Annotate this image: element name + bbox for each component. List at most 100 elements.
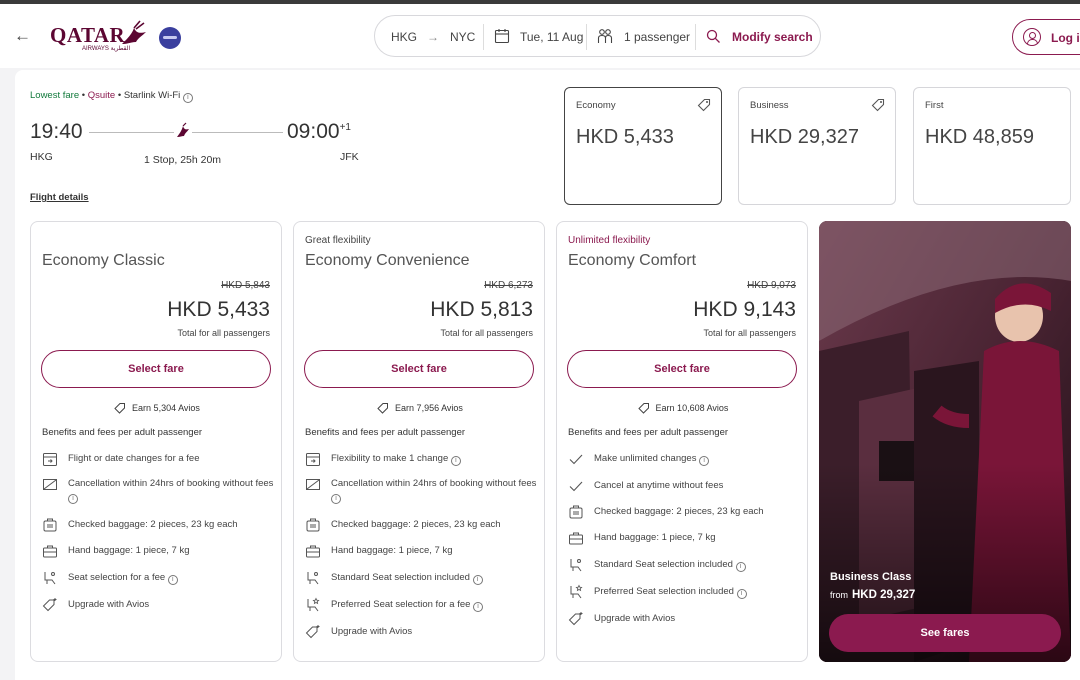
search-date: Tue, 11 Aug	[520, 30, 584, 44]
hand-bag-icon	[569, 532, 583, 545]
benefit-text: Cancellation within 24hrs of booking wit…	[331, 477, 537, 504]
fare-price: HKD 9,143	[693, 298, 796, 321]
benefit-text-value: Make unlimited changes	[594, 453, 697, 464]
flight-result-panel: Lowest fare • Qsuite • Starlink Wi-Fi i …	[15, 70, 1080, 680]
benefits-heading: Benefits and fees per adult passenger	[568, 427, 729, 438]
cabin-tab-first[interactable]: First HKD 48,859	[913, 87, 1071, 205]
benefit-text: Upgrade with Avios	[594, 613, 676, 624]
arrival-airport: JFK	[340, 151, 359, 163]
info-icon[interactable]: i	[450, 456, 461, 466]
cabin-tab-economy[interactable]: Economy HKD 5,433	[564, 87, 722, 205]
oryx-logo-icon	[122, 20, 146, 44]
info-icon[interactable]: i	[472, 575, 483, 585]
fare-total-note: Total for all passengers	[703, 328, 796, 338]
benefit-text-value: Preferred Seat selection for a fee	[331, 599, 471, 610]
flight-tags: Lowest fare • Qsuite • Starlink Wi-Fi i	[30, 90, 193, 103]
route-arrow-icon: →	[427, 30, 439, 44]
tag-starlink: Starlink Wi-Fi	[123, 90, 181, 101]
departure-airport: HKG	[30, 151, 53, 163]
tag-lowest-fare: Lowest fare	[30, 90, 80, 101]
seat-icon	[44, 572, 56, 585]
fare-title: Economy Convenience	[305, 252, 470, 269]
select-fare-button[interactable]: Select fare	[41, 350, 271, 388]
checked-bag-icon	[569, 505, 583, 519]
login-button[interactable]: Log in	[1012, 19, 1080, 55]
check-icon	[569, 481, 583, 492]
benefit-text: Cancel at anytime without fees	[594, 480, 724, 491]
fare-price: HKD 5,433	[167, 298, 270, 321]
flight-details-link[interactable]: Flight details	[30, 192, 89, 203]
airline-tail-icon	[174, 122, 192, 140]
search-icon	[706, 29, 720, 43]
benefit-text: Preferred Seat selection included i	[594, 585, 800, 599]
benefit-text: Flight or date changes for a fee	[68, 453, 200, 464]
fare-eyebrow: Great flexibility	[305, 235, 371, 246]
avios-earn: Earn 10,608 Avios	[557, 402, 809, 414]
fare-eyebrow: Unlimited flexibility	[568, 235, 651, 246]
info-icon[interactable]: i	[167, 575, 178, 585]
avios-tag-icon	[114, 403, 126, 414]
info-icon[interactable]: i	[736, 589, 747, 599]
select-fare-button[interactable]: Select fare	[304, 350, 534, 388]
see-fares-button[interactable]: See fares	[829, 614, 1061, 652]
fare-total-note: Total for all passengers	[177, 328, 270, 338]
benefit-text: Checked baggage: 2 pieces, 23 kg each	[594, 506, 764, 517]
calendar-icon	[43, 453, 57, 466]
cabin-name: First	[925, 100, 944, 111]
benefit-text-value: Cancellation within 24hrs of booking wit…	[68, 478, 274, 489]
price-tag-icon	[871, 98, 885, 112]
tag-separator: •	[81, 90, 86, 101]
fare-old-price: HKD 6,273	[484, 280, 533, 291]
price-tag-icon	[697, 98, 711, 112]
info-icon[interactable]: i	[473, 602, 484, 612]
benefit-text-value: Cancellation within 24hrs of booking wit…	[331, 478, 537, 489]
fare-card-economy-classic: Economy Classic HKD 5,843 HKD 5,433 Tota…	[30, 221, 282, 662]
checked-bag-icon	[306, 518, 320, 532]
cancel-ticket-icon	[43, 479, 57, 490]
search-destination: NYC	[450, 30, 476, 44]
info-icon[interactable]: i	[699, 456, 710, 466]
benefit-text-value: Preferred Seat selection included	[594, 586, 734, 597]
avios-tag-icon	[637, 403, 649, 414]
benefits-heading: Benefits and fees per adult passenger	[42, 427, 203, 438]
fare-card-economy-convenience: Great flexibility Economy Convenience HK…	[293, 221, 545, 662]
select-fare-button[interactable]: Select fare	[567, 350, 797, 388]
info-icon[interactable]: i	[68, 494, 78, 504]
info-icon[interactable]: i	[182, 93, 193, 103]
benefit-text: Cancellation within 24hrs of booking wit…	[68, 477, 274, 504]
info-icon[interactable]: i	[735, 562, 746, 572]
departure-time: 19:40	[30, 120, 83, 143]
cabin-tab-business[interactable]: Business HKD 29,327	[738, 87, 896, 205]
cabin-price: HKD 5,433	[576, 126, 674, 148]
fare-card-economy-comfort: Unlimited flexibility Economy Comfort HK…	[556, 221, 808, 662]
upgrade-tag-icon	[305, 625, 320, 639]
benefit-text-value: Seat selection for a fee	[68, 572, 166, 583]
promo-from: from HKD 29,327	[830, 589, 915, 601]
cabin-name: Business	[750, 100, 789, 111]
avios-text: Earn 7,956 Avios	[395, 403, 463, 413]
passengers-icon	[597, 29, 613, 43]
promo-from-label: from	[830, 590, 848, 600]
avios-tag-icon	[377, 403, 389, 414]
cancel-ticket-icon	[306, 479, 320, 490]
modify-search-link[interactable]: Modify search	[732, 16, 813, 58]
business-class-promo-card: Business Class from HKD 29,327 See fares	[819, 221, 1071, 662]
stops-duration: 1 Stop, 25h 20m	[144, 154, 222, 166]
benefit-text-value: Flexibility to make 1 change	[331, 453, 449, 464]
upgrade-tag-icon	[42, 598, 57, 612]
avios-earn: Earn 5,304 Avios	[31, 402, 283, 414]
hand-bag-icon	[306, 545, 320, 558]
seat-icon	[570, 559, 582, 572]
arrival-day-offset: +1	[339, 122, 351, 133]
fare-title: Economy Comfort	[568, 252, 697, 269]
flight-search-summary[interactable]: HKG → NYC Tue, 11 Aug 1 passenger Modify…	[374, 15, 821, 57]
info-icon[interactable]: i	[331, 494, 341, 504]
oneworld-logo	[159, 27, 181, 49]
benefit-text-value: Standard Seat selection included	[331, 572, 470, 583]
divider	[695, 24, 696, 50]
benefit-text: Standard Seat selection included i	[331, 571, 537, 585]
fare-title: Economy Classic	[42, 252, 165, 269]
cabin-price: HKD 29,327	[750, 126, 859, 148]
fare-total-note: Total for all passengers	[440, 328, 533, 338]
back-arrow-icon[interactable]: ←	[14, 26, 32, 46]
